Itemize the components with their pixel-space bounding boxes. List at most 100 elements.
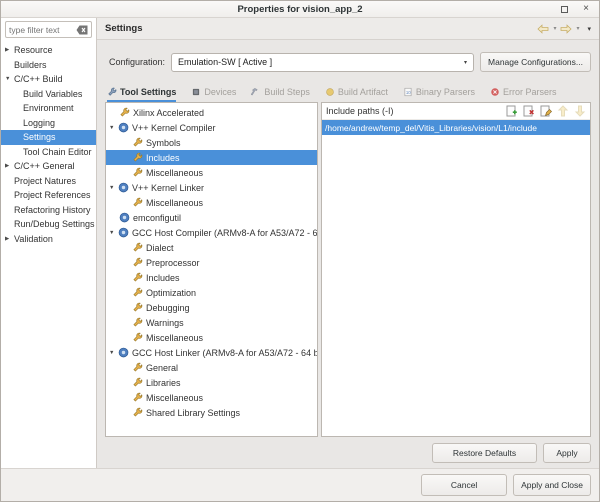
tool-icon — [118, 227, 129, 238]
tree-item-preprocessor[interactable]: Preprocessor — [106, 255, 317, 270]
wrench-icon — [132, 302, 143, 313]
tab-devices[interactable]: Devices — [191, 83, 236, 102]
tree-item-warnings[interactable]: Warnings — [106, 315, 317, 330]
close-icon[interactable]: × — [581, 4, 591, 14]
tree-item-gcc-miscellaneous[interactable]: Miscellaneous — [106, 330, 317, 345]
tree-item-miscellaneous-compiler[interactable]: Miscellaneous — [106, 165, 317, 180]
edit-path-icon[interactable] — [540, 105, 552, 117]
chevron-down-icon: ▾ — [464, 59, 467, 66]
titlebar: Properties for vision_app_2 × — [1, 1, 599, 18]
clear-filter-icon[interactable] — [76, 24, 88, 36]
tool-icon — [118, 182, 129, 193]
wrench-icon — [132, 167, 143, 178]
sidebar-item-run-debug-settings[interactable]: Run/Debug Settings — [1, 217, 96, 232]
binary-file-icon: 10 — [403, 87, 413, 97]
tree-item-symbols[interactable]: Symbols — [106, 135, 317, 150]
include-path-item[interactable]: /home/andrew/temp_del/Vitis_Libraries/vi… — [322, 120, 590, 135]
tree-item-dialect[interactable]: Dialect — [106, 240, 317, 255]
tree-item-shared-library-settings[interactable]: Shared Library Settings — [106, 405, 317, 420]
expander-expanded-icon[interactable]: ▼ — [109, 185, 118, 191]
wrench-icon — [132, 257, 143, 268]
artifact-icon — [325, 87, 335, 97]
wrench-icon — [107, 87, 117, 97]
configuration-select[interactable]: Emulation-SW [ Active ] ▾ — [171, 53, 474, 72]
dialog-footer: Cancel Apply and Close — [1, 468, 599, 501]
add-path-icon[interactable] — [506, 105, 518, 117]
sidebar-item-refactoring-history[interactable]: Refactoring History — [1, 203, 96, 218]
sidebar-item-build-variables[interactable]: Build Variables — [1, 87, 96, 102]
tree-item-xilinx-accelerated[interactable]: Xilinx Accelerated — [106, 105, 317, 120]
window-title: Properties for vision_app_2 — [1, 4, 599, 15]
move-up-icon[interactable] — [557, 105, 569, 117]
expander-collapsed-icon[interactable]: ▶ — [5, 47, 14, 53]
tree-item-libraries[interactable]: Libraries — [106, 375, 317, 390]
expander-expanded-icon[interactable]: ▼ — [109, 125, 118, 131]
tree-item-linker-miscellaneous[interactable]: Miscellaneous — [106, 390, 317, 405]
tree-item-vpp-kernel-linker[interactable]: ▼V++ Kernel Linker — [106, 180, 317, 195]
wrench-icon — [132, 317, 143, 328]
maximize-icon[interactable] — [559, 4, 569, 14]
back-menu-icon[interactable]: ▾ — [553, 25, 556, 32]
move-down-icon[interactable] — [574, 105, 586, 117]
tab-build-steps[interactable]: Build Steps — [251, 83, 310, 102]
sidebar-item-cpp-general[interactable]: ▶C/C++ General — [1, 159, 96, 174]
sidebar-item-cpp-build[interactable]: ▼C/C++ Build — [1, 72, 96, 87]
tree-item-gcc-host-linker[interactable]: ▼GCC Host Linker (ARMv8-A for A53/A72 - … — [106, 345, 317, 360]
tab-binary-parsers[interactable]: 10 Binary Parsers — [403, 83, 475, 102]
tree-item-emconfigutil[interactable]: emconfigutil — [106, 210, 317, 225]
wrench-icon — [132, 287, 143, 298]
delete-path-icon[interactable] — [523, 105, 535, 117]
error-icon — [490, 87, 500, 97]
tree-item-gcc-includes[interactable]: Includes — [106, 270, 317, 285]
tree-item-gcc-host-compiler[interactable]: ▼GCC Host Compiler (ARMv8-A for A53/A72 … — [106, 225, 317, 240]
page-title: Settings — [105, 23, 537, 34]
page-header: Settings ▾ ▾ ▾ — [97, 18, 599, 40]
configuration-label: Configuration: — [109, 57, 165, 67]
sidebar-item-tool-chain-editor[interactable]: Tool Chain Editor — [1, 145, 96, 160]
forward-menu-icon[interactable]: ▾ — [576, 25, 579, 32]
manage-configurations-button[interactable]: Manage Configurations... — [480, 52, 591, 72]
sidebar-item-settings[interactable]: Settings — [1, 130, 96, 145]
include-paths-list: /home/andrew/temp_del/Vitis_Libraries/vi… — [322, 120, 590, 436]
tool-icon — [118, 122, 129, 133]
tab-build-artifact[interactable]: Build Artifact — [325, 83, 388, 102]
filter-box — [5, 21, 92, 38]
tree-item-includes[interactable]: Includes — [106, 150, 317, 165]
include-paths-panel: Include paths (-I) /home/andrew/temp_del… — [321, 102, 591, 437]
tree-item-miscellaneous-linker[interactable]: Miscellaneous — [106, 195, 317, 210]
sidebar-item-builders[interactable]: Builders — [1, 58, 96, 73]
restore-defaults-button[interactable]: Restore Defaults — [432, 443, 537, 463]
sidebar-item-logging[interactable]: Logging — [1, 116, 96, 131]
expander-expanded-icon[interactable]: ▼ — [5, 76, 14, 82]
expander-collapsed-icon[interactable]: ▶ — [5, 236, 14, 242]
back-icon[interactable] — [537, 23, 549, 35]
include-paths-label: Include paths (-I) — [326, 106, 506, 116]
wrench-icon — [132, 392, 143, 403]
sidebar-item-project-natures[interactable]: Project Natures — [1, 174, 96, 189]
tree-item-debugging[interactable]: Debugging — [106, 300, 317, 315]
filter-input[interactable] — [9, 25, 76, 35]
tool-settings-tree-panel: Xilinx Accelerated ▼V++ Kernel Compiler … — [105, 102, 318, 437]
sidebar-tree: ▶Resource Builders ▼C/C++ Build Build Va… — [1, 43, 96, 246]
sidebar-item-environment[interactable]: Environment — [1, 101, 96, 116]
expander-expanded-icon[interactable]: ▼ — [109, 230, 118, 236]
apply-button[interactable]: Apply — [543, 443, 591, 463]
sidebar-item-resource[interactable]: ▶Resource — [1, 43, 96, 58]
tab-error-parsers[interactable]: Error Parsers — [490, 83, 557, 102]
forward-icon[interactable] — [560, 23, 572, 35]
tree-item-general[interactable]: General — [106, 360, 317, 375]
tab-tool-settings[interactable]: Tool Settings — [107, 83, 176, 102]
wrench-icon — [132, 272, 143, 283]
view-menu-icon[interactable]: ▾ — [587, 25, 591, 33]
cancel-button[interactable]: Cancel — [421, 474, 507, 496]
wrench-icon — [132, 242, 143, 253]
expander-expanded-icon[interactable]: ▼ — [109, 350, 118, 356]
expander-collapsed-icon[interactable]: ▶ — [5, 163, 14, 169]
apply-and-close-button[interactable]: Apply and Close — [513, 474, 591, 496]
tool-icon — [118, 347, 129, 358]
sidebar-item-project-references[interactable]: Project References — [1, 188, 96, 203]
tool-icon — [119, 212, 130, 223]
sidebar-item-validation[interactable]: ▶Validation — [1, 232, 96, 247]
tree-item-optimization[interactable]: Optimization — [106, 285, 317, 300]
tree-item-vpp-kernel-compiler[interactable]: ▼V++ Kernel Compiler — [106, 120, 317, 135]
